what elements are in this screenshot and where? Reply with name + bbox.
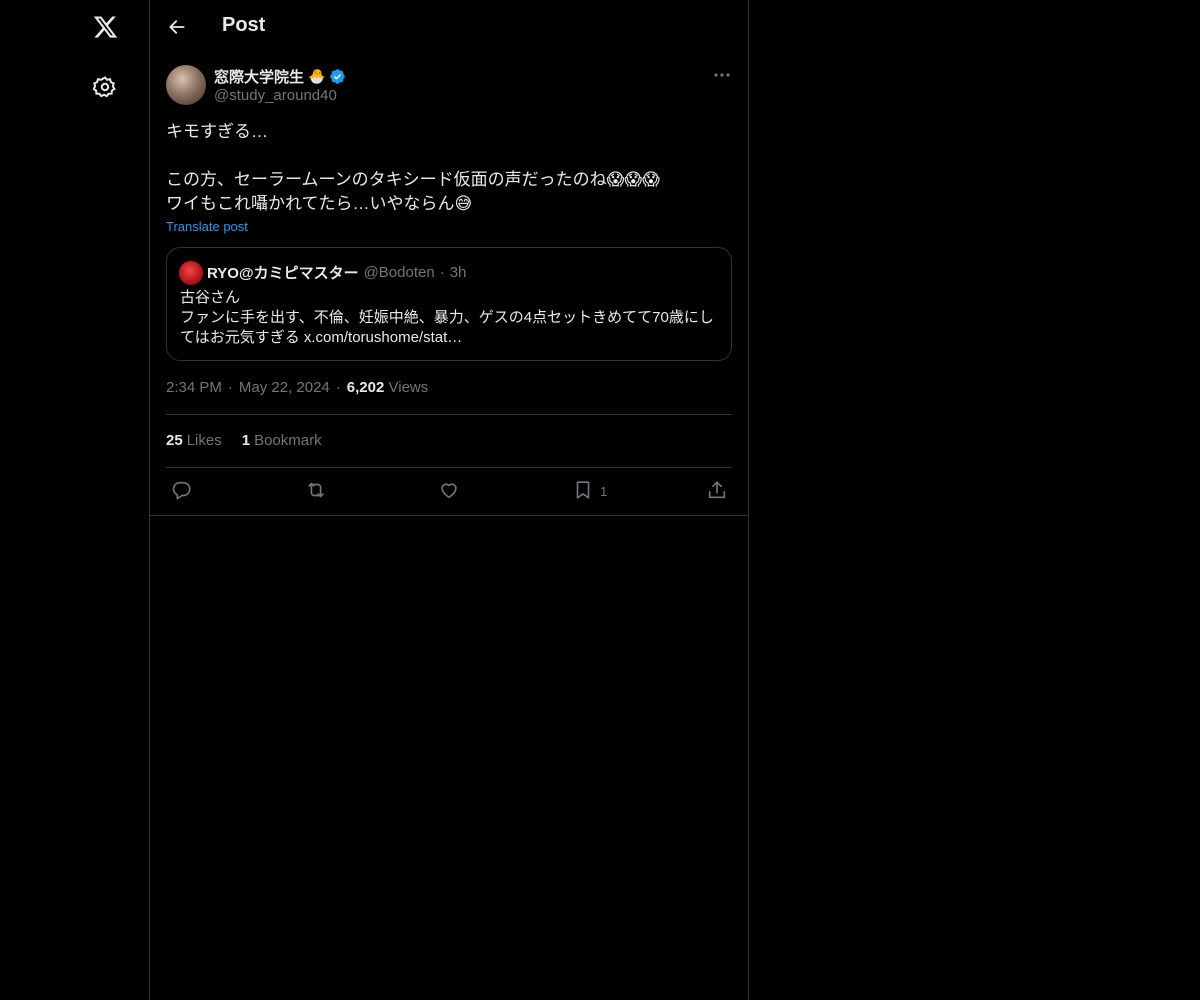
author-handle[interactable]: @study_around40 — [214, 87, 337, 104]
quoted-text-line: 古谷さん — [180, 289, 241, 306]
like-icon — [438, 479, 460, 504]
post-text: キモすぎる… この方、セーラームーンのタキシード仮面の声だったのね😱😱😱 ワイも… — [166, 120, 726, 216]
author-display-name[interactable]: 窓際大学院生 — [214, 66, 304, 87]
repost-button[interactable] — [304, 478, 328, 504]
divider — [166, 414, 732, 415]
post-text-line: キモすぎる… — [166, 122, 268, 141]
reply-icon — [170, 479, 192, 504]
post-time[interactable]: 2:34 PM — [166, 379, 222, 396]
x-logo-icon[interactable] — [90, 12, 120, 42]
quoted-author-handle[interactable]: @Bodoten — [364, 264, 435, 281]
like-button[interactable] — [438, 478, 460, 504]
divider — [150, 515, 749, 516]
left-sidebar — [0, 0, 150, 1000]
quoted-text-line: ファンに手を出す、不倫、妊娠中絶、暴力、ゲスの4点セットきめてて70歳にし — [180, 309, 714, 326]
name-emoji: 🐣 — [308, 68, 326, 84]
author-name-row: 窓際大学院生 🐣 — [214, 66, 346, 87]
separator-dot: · — [227, 379, 233, 396]
quoted-post-header: RYO@カミピマスター @Bodoten · 3h — [207, 262, 466, 283]
settings-icon[interactable] — [92, 74, 118, 100]
back-arrow-icon[interactable] — [164, 14, 190, 40]
bookmarks-stat[interactable]: 1 Bookmark — [242, 432, 322, 449]
bookmark-count: 1 — [600, 483, 608, 499]
post-text-line: ワイもこれ囁かれてたら…いやならん😅 — [166, 194, 473, 213]
post-header: Post — [150, 0, 749, 54]
post-text-line: この方、セーラームーンのタキシード仮面の声だったのね😱😱😱 — [166, 170, 660, 189]
quoted-post-text: 古谷さん ファンに手を出す、不倫、妊娠中絶、暴力、ゲスの4点セットきめてて70歳… — [180, 288, 725, 348]
separator-dot: · — [439, 264, 445, 281]
views-label: Views — [388, 379, 429, 396]
separator-dot: · — [335, 379, 341, 396]
page-title: Post — [222, 14, 266, 36]
share-button[interactable] — [706, 478, 728, 504]
translate-post-link[interactable]: Translate post — [166, 219, 248, 234]
post-meta: 2:34 PM · May 22, 2024 · 6,202 Views — [166, 379, 428, 396]
divider — [166, 467, 732, 468]
quoted-post[interactable]: RYO@カミピマスター @Bodoten · 3h 古谷さん ファンに手を出す、… — [166, 247, 732, 361]
post-stats: 25 Likes 1 Bookmark — [166, 432, 322, 449]
action-bar: 1 — [150, 478, 749, 504]
post-column: Post 窓際大学院生 🐣 @study_around40 キモすぎる… この方… — [150, 0, 749, 1000]
quoted-post-time[interactable]: 3h — [450, 264, 467, 281]
more-icon[interactable] — [710, 66, 734, 84]
quoted-text-line: てはお元気すぎる x.com/torushome/stat… — [180, 329, 463, 346]
likes-label: Likes — [186, 432, 222, 449]
repost-icon — [304, 479, 328, 504]
bookmark-icon — [572, 479, 594, 504]
bookmarks-count: 1 — [241, 432, 251, 449]
post-text-line — [166, 144, 726, 168]
quoted-author-name[interactable]: RYO@カミピマスター — [207, 262, 359, 283]
likes-stat[interactable]: 25 Likes — [166, 432, 222, 449]
verified-icon[interactable] — [329, 68, 346, 85]
quoted-author-avatar[interactable] — [179, 261, 203, 285]
share-icon — [706, 479, 728, 504]
author-avatar[interactable] — [166, 65, 206, 105]
likes-count: 25 — [166, 432, 183, 449]
views-count: 6,202 — [346, 379, 385, 396]
post-date[interactable]: May 22, 2024 — [239, 379, 330, 396]
bookmark-button[interactable]: 1 — [572, 478, 607, 504]
bookmarks-label: Bookmark — [254, 432, 322, 449]
reply-button[interactable] — [170, 478, 192, 504]
